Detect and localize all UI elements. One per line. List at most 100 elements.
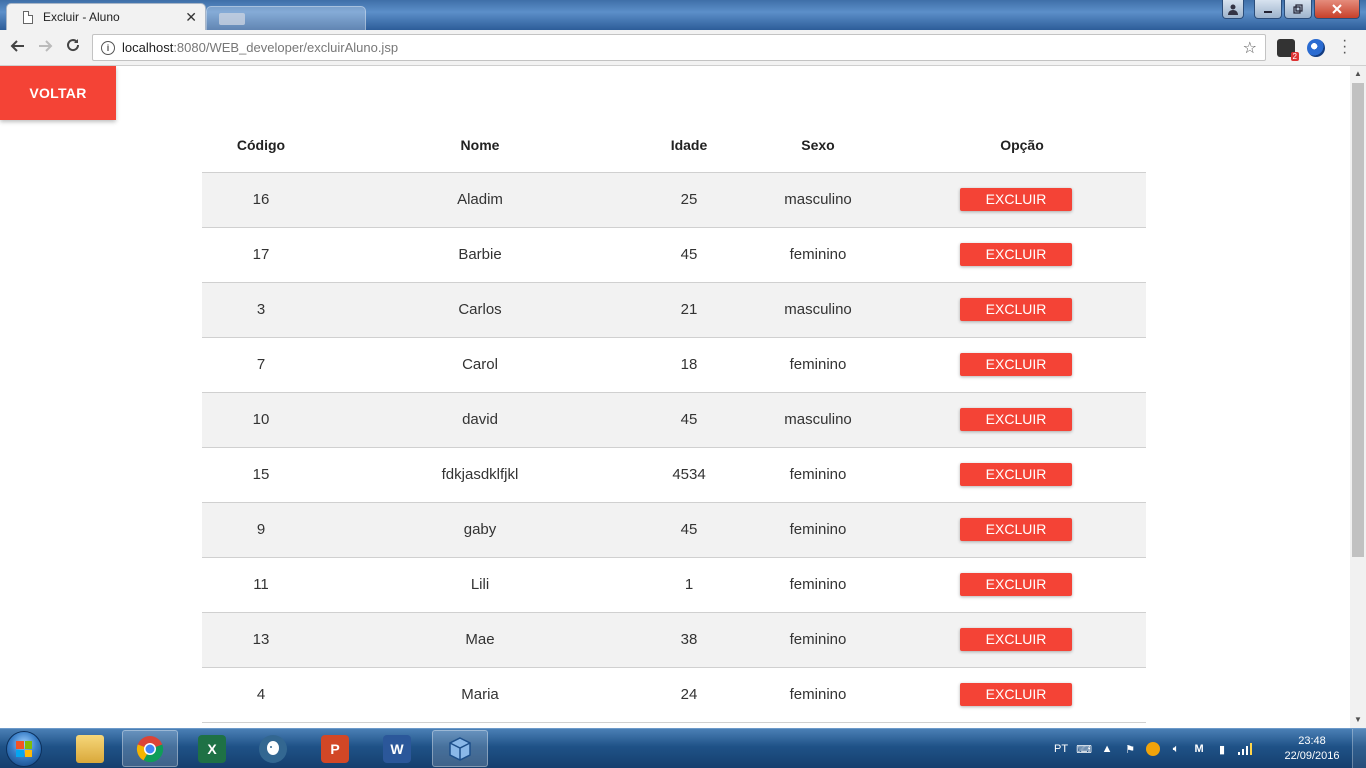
reload-icon[interactable] <box>62 37 84 59</box>
tab-excluir-aluno[interactable]: Excluir - Aluno ✕ <box>6 3 206 30</box>
cell-idade: 45 <box>640 227 738 283</box>
cell-sexo: feminino <box>738 612 898 668</box>
cell-sexo: feminino <box>738 502 898 558</box>
extension-icon[interactable]: 2 <box>1277 39 1299 61</box>
action-center-flag-icon[interactable]: ⚑ <box>1123 742 1137 756</box>
extension-badge: 2 <box>1290 52 1299 61</box>
vertical-scrollbar[interactable]: ▲ ▼ <box>1350 66 1366 728</box>
cell-sexo: feminino <box>738 227 898 283</box>
chrome-icon[interactable] <box>122 730 178 767</box>
window-titlebar: Excluir - Aluno ✕ <box>0 0 1366 30</box>
cell-opcao: EXCLUIR <box>898 447 1146 503</box>
table-row: 13 Mae 38 feminino EXCLUIR <box>202 612 1146 668</box>
cell-sexo: masculino <box>738 172 898 228</box>
scroll-up-arrow-icon[interactable]: ▲ <box>1350 66 1366 82</box>
cell-idade: 25 <box>640 172 738 228</box>
word-icon[interactable]: W <box>369 730 425 767</box>
forward-arrow-icon[interactable] <box>34 37 56 59</box>
excluir-button[interactable]: EXCLUIR <box>960 518 1072 541</box>
cell-codigo: 10 <box>202 392 320 448</box>
cell-sexo: feminino <box>738 667 898 723</box>
cell-opcao: EXCLUIR <box>898 612 1146 668</box>
cell-idade: 21 <box>640 282 738 338</box>
cell-sexo: masculino <box>738 392 898 448</box>
cell-nome: Mae <box>320 612 640 668</box>
cell-idade: 38 <box>640 612 738 668</box>
header-idade: Idade <box>640 118 738 173</box>
volume-icon[interactable]: 🔈︎ <box>1169 742 1183 756</box>
bookmark-star-icon[interactable]: ☆ <box>1243 38 1257 58</box>
table-row: 3 Carlos 21 masculino EXCLUIR <box>202 282 1146 338</box>
virtualbox-icon[interactable] <box>432 730 488 767</box>
back-arrow-icon[interactable] <box>7 37 29 59</box>
user-profile-icon[interactable] <box>1222 0 1244 19</box>
voltar-button[interactable]: VOLTAR <box>0 66 116 120</box>
start-button[interactable] <box>6 731 42 767</box>
excluir-button[interactable]: EXCLUIR <box>960 628 1072 651</box>
cell-codigo: 15 <box>202 447 320 503</box>
table-row: 17 Barbie 45 feminino EXCLUIR <box>202 227 1146 283</box>
cell-opcao: EXCLUIR <box>898 172 1146 228</box>
blurred-tab-content <box>219 13 245 25</box>
excel-icon[interactable]: X <box>184 730 240 767</box>
cell-nome: Carlos <box>320 282 640 338</box>
scroll-down-arrow-icon[interactable]: ▼ <box>1350 712 1366 728</box>
show-hidden-icons-icon[interactable]: ▲ <box>1100 742 1114 756</box>
cell-codigo: 7 <box>202 337 320 393</box>
show-desktop-button[interactable] <box>1352 729 1366 768</box>
globe-extension-icon[interactable] <box>1307 39 1325 57</box>
powerpoint-icon[interactable]: P <box>307 730 363 767</box>
excluir-button[interactable]: EXCLUIR <box>960 188 1072 211</box>
url-host: localhost <box>122 40 174 55</box>
postgresql-icon[interactable] <box>245 730 301 767</box>
alunos-table: Código Nome Idade Sexo Opção 16 Aladim 2… <box>202 118 1146 723</box>
header-codigo: Código <box>202 118 320 173</box>
scrollbar-thumb[interactable] <box>1352 83 1364 557</box>
m-app-icon[interactable]: M <box>1192 742 1206 756</box>
file-explorer-icon[interactable] <box>62 730 118 767</box>
cell-idade: 24 <box>640 667 738 723</box>
language-indicator[interactable]: PT <box>1054 743 1068 755</box>
excluir-button[interactable]: EXCLUIR <box>960 298 1072 321</box>
system-clock[interactable]: 23:48 22/09/2016 <box>1282 734 1342 764</box>
window-controls <box>1222 0 1360 19</box>
cell-codigo: 11 <box>202 557 320 613</box>
address-bar[interactable]: i localhost:8080/WEB_developer/excluirAl… <box>92 34 1266 61</box>
cell-opcao: EXCLUIR <box>898 557 1146 613</box>
excluir-button[interactable]: EXCLUIR <box>960 463 1072 486</box>
cell-opcao: EXCLUIR <box>898 227 1146 283</box>
antivirus-icon[interactable] <box>1146 742 1161 756</box>
table-row: 7 Carol 18 feminino EXCLUIR <box>202 337 1146 393</box>
network-signal-icon[interactable] <box>1238 742 1253 756</box>
tab-blurred[interactable] <box>206 6 366 30</box>
battery-icon[interactable]: ▮ <box>1215 742 1229 756</box>
excluir-button[interactable]: EXCLUIR <box>960 408 1072 431</box>
cell-nome: gaby <box>320 502 640 558</box>
cell-nome: fdkjasdklfjkl <box>320 447 640 503</box>
close-window-button[interactable] <box>1314 0 1360 19</box>
system-tray: PT ⌨ ▲ ⚑ 🔈︎ M ▮ <box>1054 729 1253 768</box>
cell-opcao: EXCLUIR <box>898 392 1146 448</box>
browser-toolbar: i localhost:8080/WEB_developer/excluirAl… <box>0 30 1366 66</box>
info-icon[interactable]: i <box>101 40 115 55</box>
table-row: 10 david 45 masculino EXCLUIR <box>202 392 1146 448</box>
menu-dots-icon[interactable]: · · · <box>1342 33 1347 61</box>
cell-codigo: 13 <box>202 612 320 668</box>
table-row: 16 Aladim 25 masculino EXCLUIR <box>202 172 1146 228</box>
cell-nome: Barbie <box>320 227 640 283</box>
table-row: 11 Lili 1 feminino EXCLUIR <box>202 557 1146 613</box>
restore-button[interactable] <box>1284 0 1312 19</box>
cell-nome: Lili <box>320 557 640 613</box>
cell-sexo: feminino <box>738 557 898 613</box>
table-row: 4 Maria 24 feminino EXCLUIR <box>202 667 1146 723</box>
minimize-button[interactable] <box>1254 0 1282 19</box>
clock-time: 23:48 <box>1298 735 1326 747</box>
excluir-button[interactable]: EXCLUIR <box>960 573 1072 596</box>
clock-date: 22/09/2016 <box>1284 750 1340 762</box>
excluir-button[interactable]: EXCLUIR <box>960 243 1072 266</box>
url-path: :8080/WEB_developer/excluirAluno.jsp <box>173 40 399 55</box>
keyboard-icon[interactable]: ⌨ <box>1076 742 1092 756</box>
tab-close-icon[interactable]: ✕ <box>185 9 197 26</box>
excluir-button[interactable]: EXCLUIR <box>960 353 1072 376</box>
excluir-button[interactable]: EXCLUIR <box>960 683 1072 706</box>
